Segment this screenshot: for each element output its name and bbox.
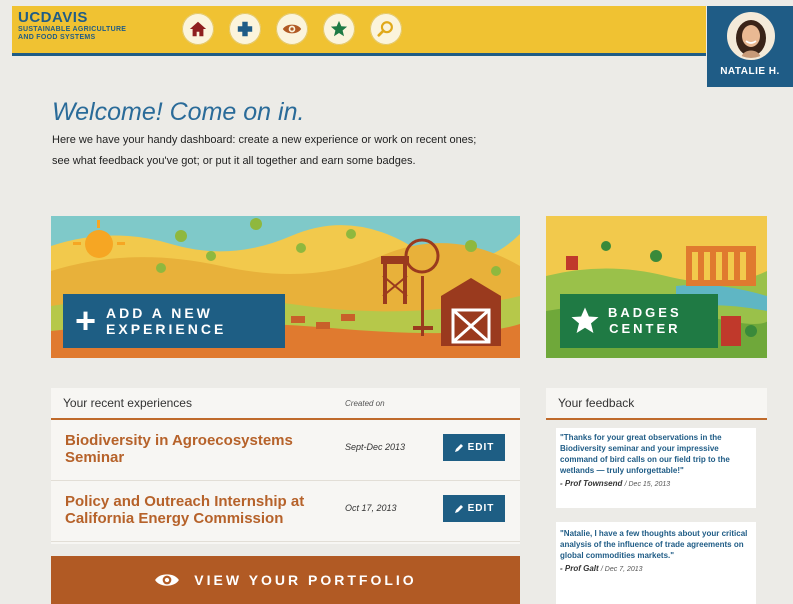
edit-button[interactable]: EDIT [443,495,505,522]
experience-date: Oct 17, 2013 [345,503,397,513]
nav-badges-button[interactable] [323,13,355,45]
add-line-1: ADD A NEW [106,305,213,321]
eye-icon [282,24,302,34]
recent-title: Your recent experiences [63,396,192,410]
user-name: NATALIE H. [720,66,780,77]
star-icon [330,20,348,37]
user-profile-menu[interactable]: NATALIE H. [707,6,793,87]
view-portfolio-button[interactable]: VIEW YOUR PORTFOLIO [51,556,520,604]
recent-header: Your recent experiences Created on [51,388,520,420]
experience-title[interactable]: Policy and Outreach Internship at Califo… [65,493,325,527]
add-experience-banner[interactable]: + ADD A NEW EXPERIENCE [51,216,520,358]
list-item: Biodiversity in Agroecosystems Seminar S… [51,420,520,481]
created-column-header: Created on [345,399,385,408]
badges-center-button[interactable]: BADGES CENTER [560,294,718,348]
feedback-title: Your feedback [558,396,635,410]
star-icon [571,307,599,333]
feedback-panel: Your feedback "Thanks for your great obs… [546,388,767,604]
badges-line-2: CENTER [609,321,681,336]
edit-button[interactable]: EDIT [443,434,505,461]
avatar [727,12,775,60]
feedback-author: - Prof Townsend [560,479,623,488]
feedback-quote: "Natalie, I have a few thoughts about yo… [560,529,748,560]
search-icon [377,21,393,37]
plus-icon: + [75,300,97,341]
feedback-item[interactable]: "Thanks for your great observations in t… [556,428,756,508]
experience-title[interactable]: Biodiversity in Agroecosystems Seminar [65,432,325,466]
feedback-item[interactable]: "Natalie, I have a few thoughts about yo… [556,522,756,604]
pencil-icon [454,443,463,452]
top-bar: UCDAVIS SUSTAINABLE AGRICULTURE AND FOOD… [12,6,706,56]
feedback-date: Dec 15, 2013 [628,481,671,488]
badges-line-1: BADGES [608,305,682,320]
feedback-quote: "Thanks for your great observations in t… [560,433,730,475]
add-experience-button[interactable]: + ADD A NEW EXPERIENCE [63,294,285,348]
main-nav [182,13,402,47]
portfolio-label: VIEW YOUR PORTFOLIO [194,572,417,588]
home-icon [189,21,207,37]
intro-text: Here we have your handy dashboard: creat… [52,134,477,167]
feedback-header: Your feedback [546,388,767,420]
logo-line-1: SUSTAINABLE AGRICULTURE [18,26,127,33]
pencil-icon [454,504,463,513]
page-title: Welcome! Come on in. [52,98,305,126]
feedback-author: - Prof Galt [560,564,599,573]
list-item: Policy and Outreach Internship at Califo… [51,481,520,542]
experience-date: Sept-Dec 2013 [345,442,406,452]
nav-portfolio-button[interactable] [276,13,308,45]
edit-label: EDIT [467,442,495,453]
feedback-date: Dec 7, 2013 [604,566,643,573]
ucdavis-logo[interactable]: UCDAVIS SUSTAINABLE AGRICULTURE AND FOOD… [18,10,178,42]
recent-experiences-panel: Your recent experiences Created on Biodi… [51,388,520,544]
edit-label: EDIT [467,503,495,514]
nav-add-button[interactable] [229,13,261,45]
logo-wordmark: UCDAVIS [18,9,88,26]
dashboard-page: UCDAVIS SUSTAINABLE AGRICULTURE AND FOOD… [0,0,793,604]
badges-banner[interactable]: BADGES CENTER [546,216,767,358]
plus-icon [237,21,253,37]
nav-search-button[interactable] [370,13,402,45]
logo-line-2: AND FOOD SYSTEMS [18,34,96,41]
nav-home-button[interactable] [182,13,214,45]
eye-icon [155,574,180,586]
add-line-2: EXPERIENCE [106,321,227,337]
